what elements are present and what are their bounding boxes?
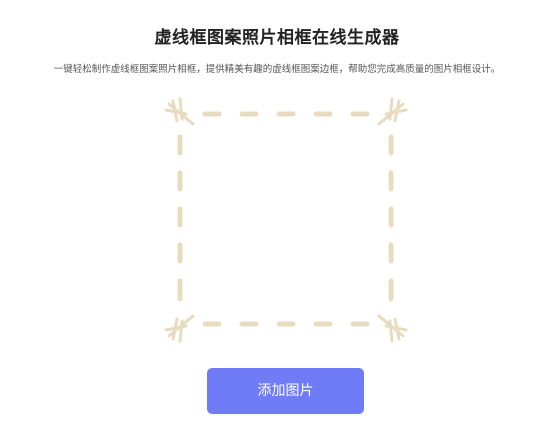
add-image-button[interactable]: 添加图片 bbox=[207, 368, 364, 414]
dashed-frame-illustration bbox=[164, 97, 408, 343]
page-title: 虚线框图案照片相框在线生成器 bbox=[154, 28, 400, 48]
page: 虚线框图案照片相框在线生成器 一键轻松制作虚线框图案照片相框，提供精美有趣的虚线… bbox=[0, 0, 554, 434]
stitch-cross-icon bbox=[164, 97, 408, 343]
page-subtitle: 一键轻松制作虚线框图案照片相框，提供精美有趣的虚线框图案边框，帮助您完成高质量的… bbox=[53, 64, 501, 75]
frame-preview bbox=[163, 97, 409, 343]
